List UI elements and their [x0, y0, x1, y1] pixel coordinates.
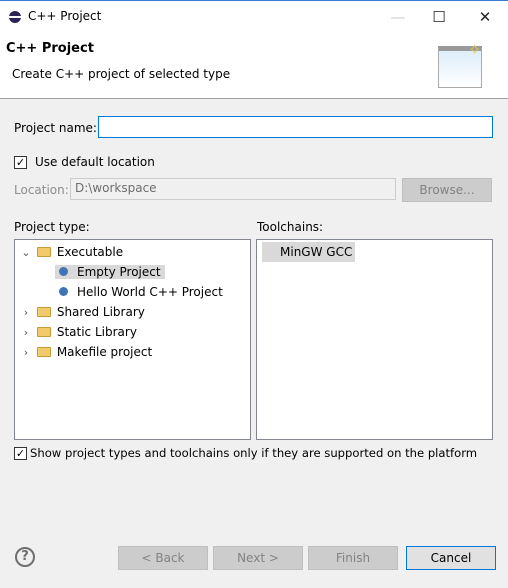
tree-item-shared-library[interactable]: › Shared Library — [19, 302, 145, 322]
back-button[interactable]: < Back — [118, 546, 208, 570]
folder-icon — [36, 347, 51, 357]
close-button[interactable]: ✕ — [465, 5, 505, 29]
tree-item-label: Hello World C++ Project — [77, 285, 223, 299]
project-name-input[interactable] — [98, 116, 493, 138]
tree-item-label: Static Library — [56, 325, 137, 339]
window-title: C++ Project — [28, 9, 102, 23]
location-input[interactable]: D:\workspace — [70, 178, 396, 200]
next-button[interactable]: Next > — [213, 546, 303, 570]
folder-icon — [36, 307, 51, 317]
tree-item-makefile-project[interactable]: › Makefile project — [19, 342, 152, 362]
tree-item-label: Shared Library — [56, 305, 145, 319]
tree-item-static-library[interactable]: › Static Library — [19, 322, 137, 342]
chevron-right-icon[interactable]: › — [19, 323, 33, 343]
eclipse-icon — [9, 11, 21, 23]
folder-icon — [36, 327, 51, 337]
finish-button[interactable]: Finish — [308, 546, 398, 570]
tree-item-executable[interactable]: ⌄ Executable — [19, 242, 123, 262]
wizard-header: C++ Project Create C++ project of select… — [0, 32, 508, 99]
toolchain-item-mingw[interactable]: MinGW GCC — [262, 242, 356, 262]
project-type-tree[interactable]: ⌄ Executable Empty Project Hello World C… — [14, 239, 251, 440]
tree-item-label: Empty Project — [77, 265, 161, 279]
use-default-location-label: Use default location — [35, 155, 155, 169]
project-name-label: Project name: — [14, 121, 97, 135]
toolchains-list[interactable]: MinGW GCC — [256, 239, 493, 440]
project-type-label: Project type: — [14, 220, 90, 234]
chevron-right-icon[interactable]: › — [19, 303, 33, 323]
browse-button[interactable]: Browse... — [402, 178, 492, 202]
cancel-button[interactable]: Cancel — [406, 546, 496, 570]
minimize-button[interactable]: — — [378, 5, 418, 29]
page-description: Create C++ project of selected type — [12, 67, 231, 81]
sparkle-icon: ✧ — [468, 40, 482, 59]
tree-item-label: Executable — [56, 245, 124, 259]
tree-item-empty-project[interactable]: Empty Project — [55, 262, 165, 282]
bullet-icon — [59, 267, 68, 276]
folder-icon — [36, 247, 51, 257]
bullet-icon — [59, 287, 68, 296]
help-icon[interactable]: ? — [15, 547, 35, 567]
toolchains-label: Toolchains: — [257, 220, 324, 234]
tree-item-hello-world[interactable]: Hello World C++ Project — [59, 282, 223, 302]
show-supported-label: Show project types and toolchains only i… — [30, 446, 478, 460]
chevron-down-icon[interactable]: ⌄ — [19, 243, 33, 263]
page-title: C++ Project — [6, 41, 94, 56]
maximize-button[interactable]: ☐ — [419, 5, 459, 29]
use-default-location-checkbox[interactable]: ✓ — [14, 156, 27, 169]
title-bar: C++ Project — ☐ ✕ — [0, 0, 508, 32]
show-supported-checkbox[interactable]: ✓ — [14, 447, 27, 460]
tree-item-label: Makefile project — [56, 345, 153, 359]
chevron-right-icon[interactable]: › — [19, 343, 33, 363]
location-label: Location: — [14, 183, 69, 197]
